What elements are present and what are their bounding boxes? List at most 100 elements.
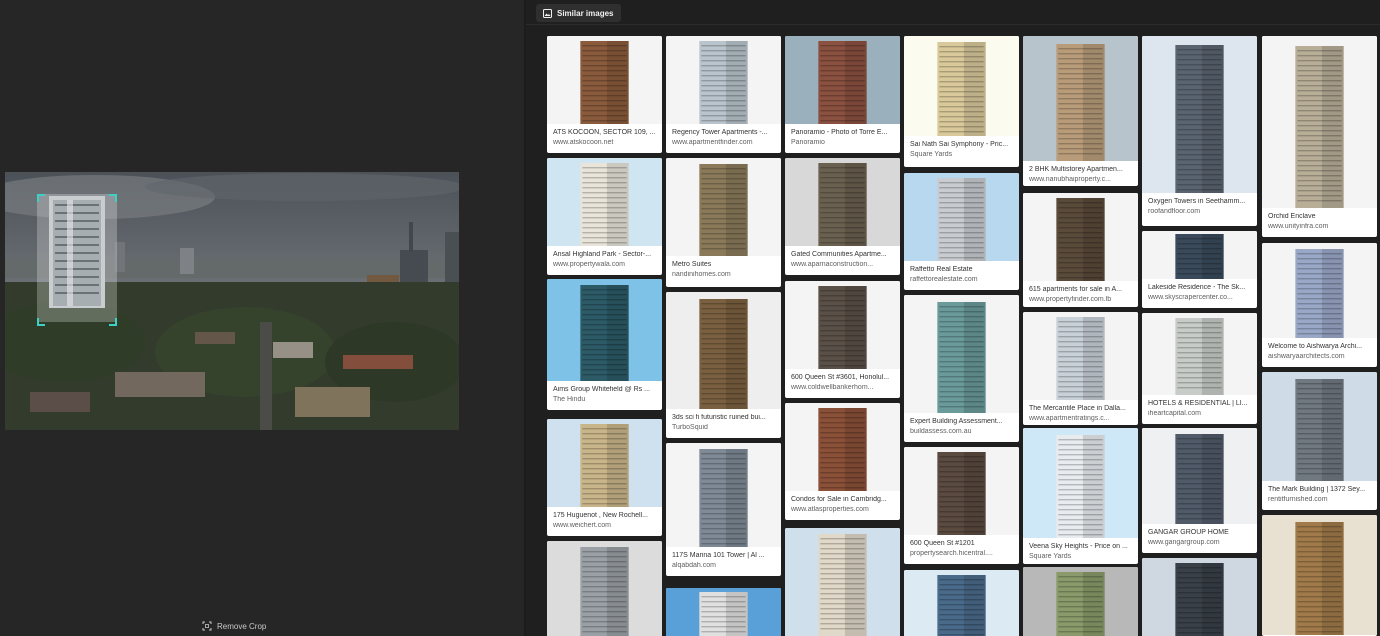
result-thumbnail[interactable] xyxy=(1023,36,1138,161)
result-source[interactable]: roofandfloor.com xyxy=(1148,208,1253,215)
result-card[interactable]: 2 BHK Multistorey Apartmen... www.nanubha… xyxy=(1023,36,1138,186)
result-card[interactable] xyxy=(1142,558,1257,636)
result-title[interactable]: Gated Communities Apartme... xyxy=(791,251,896,258)
result-source[interactable]: www.coldwellbankerhom... xyxy=(791,384,896,391)
result-source[interactable]: nandinihomes.com xyxy=(672,271,777,278)
result-thumbnail[interactable] xyxy=(666,443,781,547)
crop-handle-top-right[interactable] xyxy=(109,194,117,202)
result-card[interactable] xyxy=(1023,567,1138,636)
result-card[interactable]: GANGAR GROUP HOME www.gangargroup.com xyxy=(1142,428,1257,553)
result-thumbnail[interactable] xyxy=(904,570,1019,636)
result-title[interactable]: 175 Huguenot , New Rochell... xyxy=(553,512,658,519)
result-source[interactable]: Square Yards xyxy=(910,151,1015,158)
result-title[interactable]: 600 Queen St #3601, Honolul... xyxy=(791,374,896,381)
result-title[interactable]: 600 Queen St #1201 xyxy=(910,540,1015,547)
result-thumbnail[interactable] xyxy=(1023,567,1138,636)
result-title[interactable]: HOTELS & RESIDENTIAL | LI... xyxy=(1148,400,1253,407)
tab-similar-images[interactable]: Similar images xyxy=(536,4,622,22)
result-card[interactable] xyxy=(1262,515,1377,636)
result-card[interactable]: The Mercantile Place in Dalla... www.apar… xyxy=(1023,312,1138,425)
result-card[interactable]: ATS KOCOON, SECTOR 109, ... www.atskocoon… xyxy=(547,36,662,153)
result-thumbnail[interactable] xyxy=(547,541,662,636)
result-thumbnail[interactable] xyxy=(666,158,781,256)
result-card[interactable]: Orchid Enclave www.unityinfra.com xyxy=(1262,36,1377,237)
result-source[interactable]: www.unityinfra.com xyxy=(1268,223,1373,230)
result-title[interactable]: Metro Suites xyxy=(672,261,777,268)
result-thumbnail[interactable] xyxy=(1142,36,1257,193)
result-card[interactable]: Gated Communities Apartme... www.aparnaco… xyxy=(785,158,900,275)
result-source[interactable]: www.nanubhaiproperty.c... xyxy=(1029,176,1134,183)
result-card[interactable]: HOTELS & RESIDENTIAL | LI... iheartcapita… xyxy=(1142,313,1257,424)
result-card[interactable]: Raffetto Real Estate raffettorealestate.c… xyxy=(904,173,1019,290)
result-card[interactable]: Condos for Sale in Cambridg... www.atlasp… xyxy=(785,403,900,520)
result-title[interactable]: Welcome to Aishwarya Archi... xyxy=(1268,343,1373,350)
result-title[interactable]: Raffetto Real Estate xyxy=(910,266,1015,273)
result-card[interactable]: 175 Huguenot , New Rochell... www.weicher… xyxy=(547,419,662,536)
result-thumbnail[interactable] xyxy=(1262,36,1377,208)
result-source[interactable]: The Hindu xyxy=(553,396,658,403)
result-source[interactable]: rentitfurnished.com xyxy=(1268,496,1373,503)
result-title[interactable]: 2 BHK Multistorey Apartmen... xyxy=(1029,166,1134,173)
result-card[interactable]: Regency Tower Apartments -... www.apartme… xyxy=(666,36,781,153)
result-source[interactable]: alqabdah.com xyxy=(672,562,777,569)
result-title[interactable]: The Mark Building | 1372 Sey... xyxy=(1268,486,1373,493)
result-thumbnail[interactable] xyxy=(1262,243,1377,338)
result-source[interactable]: buildassess.com.au xyxy=(910,428,1015,435)
result-title[interactable]: 3ds sci fi futuristic ruined bui... xyxy=(672,414,777,421)
result-thumbnail[interactable] xyxy=(785,281,900,369)
result-title[interactable]: Regency Tower Apartments -... xyxy=(672,129,777,136)
result-card[interactable]: Welcome to Aishwarya Archi... aishwaryaar… xyxy=(1262,243,1377,367)
result-source[interactable]: www.apartmentfinder.com xyxy=(672,139,777,146)
result-title[interactable]: Ansal Highland Park - Sector-... xyxy=(553,251,658,258)
crop-handle-top-left[interactable] xyxy=(37,194,45,202)
result-source[interactable]: TurboSquid xyxy=(672,424,777,431)
result-card[interactable] xyxy=(547,541,662,636)
result-source[interactable]: www.apartmentratings.c... xyxy=(1029,415,1134,422)
result-card[interactable]: 600 Queen St #3601, Honolul... www.coldwe… xyxy=(785,281,900,398)
result-source[interactable]: Panoramio xyxy=(791,139,896,146)
result-title[interactable]: Aims Group Whitefield @ Rs ... xyxy=(553,386,658,393)
result-card[interactable]: Oxygen Towers in Seethamm... roofandfloor… xyxy=(1142,36,1257,226)
result-title[interactable]: 117S Marina 101 Tower | Al ... xyxy=(672,552,777,559)
result-thumbnail[interactable] xyxy=(904,295,1019,413)
result-title[interactable]: Panoramio - Photo of Torre E... xyxy=(791,129,896,136)
result-thumbnail[interactable] xyxy=(785,403,900,491)
result-card[interactable]: Lakeside Residence - The Sk... www.skyscr… xyxy=(1142,231,1257,308)
result-thumbnail[interactable] xyxy=(1023,312,1138,400)
result-title[interactable]: 615 apartments for sale in A... xyxy=(1029,286,1134,293)
result-thumbnail[interactable] xyxy=(666,292,781,409)
result-title[interactable]: Lakeside Residence - The Sk... xyxy=(1148,284,1253,291)
result-card[interactable]: 117S Marina 101 Tower | Al ... alqabdah.c… xyxy=(666,443,781,576)
result-thumbnail[interactable] xyxy=(1142,428,1257,524)
result-card[interactable]: Ansal Highland Park - Sector-... www.prop… xyxy=(547,158,662,275)
result-title[interactable]: GANGAR GROUP HOME xyxy=(1148,529,1253,536)
result-source[interactable]: www.propertyfinder.com.lb xyxy=(1029,296,1134,303)
result-title[interactable]: Oxygen Towers in Seethamm... xyxy=(1148,198,1253,205)
result-title[interactable]: Expert Building Assessment... xyxy=(910,418,1015,425)
result-source[interactable]: aishwaryaarchitects.com xyxy=(1268,353,1373,360)
result-card[interactable] xyxy=(904,570,1019,636)
result-source[interactable]: www.skyscrapercenter.co... xyxy=(1148,294,1253,301)
result-source[interactable]: www.atlasproperties.com xyxy=(791,506,896,513)
result-card[interactable]: Veena Sky Heights - Price on ... Square Y… xyxy=(1023,428,1138,564)
result-source[interactable]: propertysearch.hicentral.... xyxy=(910,550,1015,557)
result-title[interactable]: Sai Nath Sai Symphony - Pric... xyxy=(910,141,1015,148)
result-thumbnail[interactable] xyxy=(547,279,662,381)
result-title[interactable]: Veena Sky Heights - Price on ... xyxy=(1029,543,1134,550)
result-card[interactable] xyxy=(785,528,900,636)
result-thumbnail[interactable] xyxy=(785,158,900,246)
result-source[interactable]: www.propertywala.com xyxy=(553,261,658,268)
result-thumbnail[interactable] xyxy=(904,447,1019,535)
result-card[interactable]: Expert Building Assessment... buildassess… xyxy=(904,295,1019,442)
result-source[interactable]: raffettorealestate.com xyxy=(910,276,1015,283)
result-source[interactable]: www.gangargroup.com xyxy=(1148,539,1253,546)
result-card[interactable]: 600 Queen St #1201 propertysearch.hicentr… xyxy=(904,447,1019,564)
result-card[interactable] xyxy=(666,588,781,636)
result-source[interactable]: www.weichert.com xyxy=(553,522,658,529)
result-thumbnail[interactable] xyxy=(904,173,1019,261)
result-card[interactable]: 615 apartments for sale in A... www.prope… xyxy=(1023,193,1138,307)
result-thumbnail[interactable] xyxy=(785,528,900,636)
result-card[interactable]: Metro Suites nandinihomes.com xyxy=(666,158,781,287)
result-thumbnail[interactable] xyxy=(547,419,662,507)
result-thumbnail[interactable] xyxy=(1262,372,1377,481)
